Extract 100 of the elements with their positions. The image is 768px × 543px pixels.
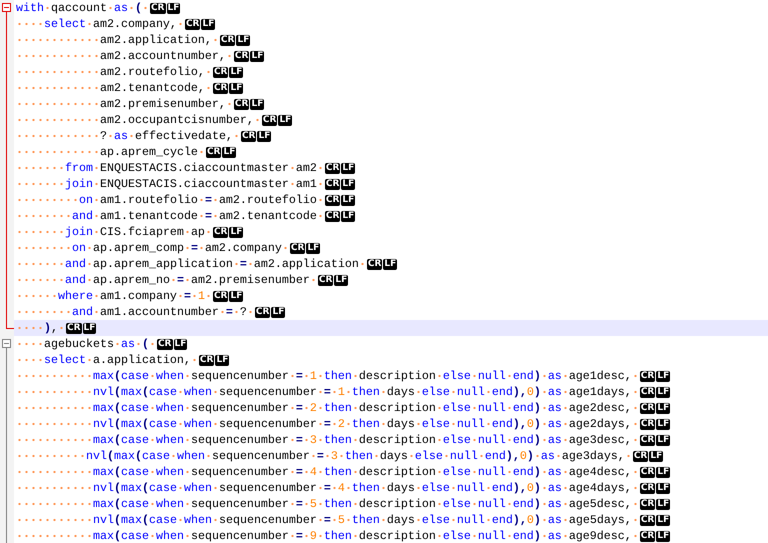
line-ending-badge: LF [229,290,244,302]
line-ending-badge: LF [649,450,664,462]
code-text: am2.application, [16,33,219,47]
collapse-icon[interactable] [2,339,11,348]
code-text: ? as effectivedate, [16,129,240,143]
line-ending-badge: LF [166,2,180,14]
code-text: and am1.tenantcode = am2.tenantcode [16,209,324,223]
code-text: select am2.company, [16,17,184,31]
line-ending-badge: CR [640,530,656,542]
line-ending-badge: LF [236,34,250,46]
code-text: max(case when sequencenumber = 1 then description else null end) as age1desc, [16,369,639,383]
line-ending-badge: CR [212,226,228,238]
line-ending-badge: LF [278,114,292,126]
line-ending-badge: LF [656,530,670,542]
line-ending-badge: LF [656,482,670,494]
line-ending-badge: CR [212,66,228,78]
code-text: on ap.aprem_comp = am2.company [16,241,289,255]
line-ending-badge: LF [656,386,670,398]
line-ending-badge: CR [254,306,270,318]
line-ending-badge: CR [150,2,166,14]
line-ending-badge: LF [229,226,244,238]
line-ending-badge: LF [82,322,96,334]
line-ending-badge: CR [640,514,656,526]
line-ending-badge: LF [383,258,398,270]
code-text: select a.application, [16,353,198,367]
code-text: on am1.routefolio = am2.routefolio [16,193,324,207]
code-text: agebuckets as ( [16,337,156,351]
line-ending-badge: CR [156,338,172,350]
line-ending-badge: CR [640,482,656,494]
code-text: nvl(max(case when sequencenumber = 5 then days else null end),0) as age5days, [16,513,639,527]
line-ending-badge: CR [262,114,278,126]
line-ending-badge: LF [656,498,670,510]
code-text: am2.routefolio, [16,65,212,79]
line-ending-badge: LF [229,82,244,94]
line-ending-badge: CR [640,370,656,382]
line-ending-badge: CR [318,274,334,286]
line-ending-badge: CR [366,258,382,270]
line-ending-badge: LF [271,306,286,318]
code-text: am2.premisenumber, [16,97,233,111]
line-ending-badge: CR [324,194,340,206]
line-ending-badge: LF [201,18,216,30]
code-text: from ENQUESTACIS.ciaccountmaster am2 [16,161,324,175]
line-ending-badge: CR [66,322,82,334]
code-text: nvl(max(case when sequencenumber = 2 then days else null end),0) as age2days, [16,417,639,431]
code-text: max(case when sequencenumber = 4 then description else null end) as age4desc, [16,465,639,479]
line-ending-badge: CR [220,34,236,46]
line-ending-badge: LF [656,370,670,382]
line-ending-badge: LF [222,146,236,158]
line-ending-badge: LF [250,50,264,62]
line-ending-badge: CR [640,434,656,446]
line-ending-badge: CR [240,130,256,142]
line-ending-badge: CR [324,162,340,174]
collapse-icon[interactable] [2,3,11,12]
line-ending-badge: LF [306,242,320,254]
line-ending-badge: LF [341,194,356,206]
code-text: and ap.aprem_no = am2.premisenumber [16,273,317,287]
line-ending-badge: CR [234,98,250,110]
line-ending-badge: LF [656,418,670,430]
line-ending-badge: CR [206,146,222,158]
line-ending-badge: CR [640,402,656,414]
line-ending-badge: CR [324,210,340,222]
code-text: nvl(max(case when sequencenumber = 4 then days else null end),0) as age4days, [16,481,639,495]
code-text: am2.accountnumber, [16,49,233,63]
code-text: am2.occupantcisnumber, [16,113,261,127]
code-text: where am1.company = 1 [16,289,212,303]
line-ending-badge: CR [632,450,648,462]
line-ending-badge: CR [640,418,656,430]
code-text: max(case when sequencenumber = 3 then description else null end) as age3desc, [16,433,639,447]
code-text: nvl(max(case when sequencenumber = 1 then days else null end),0) as age1days, [16,385,639,399]
line-ending-badge: LF [656,466,670,478]
line-ending-badge: LF [174,338,188,350]
line-ending-badge: LF [215,354,230,366]
line-ending-badge: CR [184,18,200,30]
line-ending-badge: CR [212,82,228,94]
line-ending-badge: CR [640,466,656,478]
code-text: nvl(max(case when sequencenumber = 3 then days else null end),0) as age3days, [16,449,632,463]
code-text: join CIS.fciaprem ap [16,225,212,239]
line-ending-badge: CR [324,178,340,190]
line-ending-badge: LF [341,178,356,190]
line-ending-badge: LF [229,66,244,78]
code-text: ), [16,321,65,335]
line-ending-badge: CR [198,354,214,366]
code-text: ap.aprem_cycle [16,145,205,159]
code-text: max(case when sequencenumber = 5 then description else null end) as age5desc, [16,497,639,511]
line-ending-badge: LF [334,274,348,286]
code-text: and am1.accountnumber = ? [16,305,254,319]
line-ending-badge: CR [640,498,656,510]
code-text: with qaccount as ( [16,1,149,15]
line-ending-badge: LF [656,514,670,526]
line-ending-badge: CR [234,50,250,62]
code-text: max(case when sequencenumber = 2 then description else null end) as age2desc, [16,401,639,415]
line-ending-badge: LF [341,210,356,222]
line-ending-badge: LF [341,162,356,174]
line-ending-badge: CR [212,290,228,302]
line-ending-badge: LF [656,402,670,414]
line-ending-badge: LF [250,98,264,110]
code-text: am2.tenantcode, [16,81,212,95]
line-ending-badge: LF [257,130,272,142]
line-ending-badge: LF [656,434,670,446]
line-ending-badge: CR [290,242,306,254]
